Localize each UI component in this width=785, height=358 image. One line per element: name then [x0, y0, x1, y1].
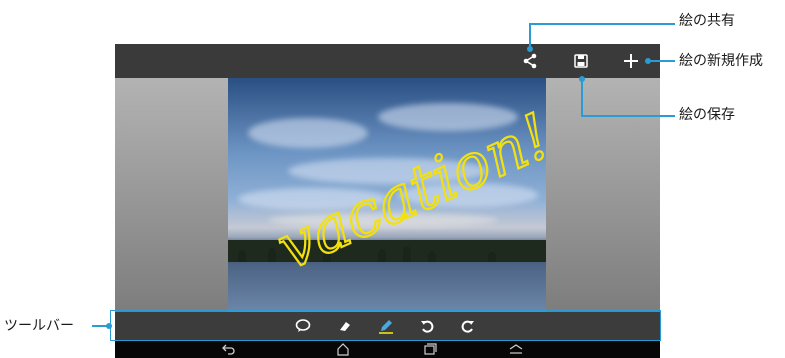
callout-line-new	[648, 60, 675, 62]
app-bar	[115, 44, 660, 78]
callout-line-share-h	[529, 23, 675, 25]
home-icon[interactable]	[335, 341, 351, 357]
drawing-canvas[interactable]: vacation!	[115, 78, 660, 312]
callout-share-label: 絵の共有	[679, 13, 735, 29]
photo: vacation!	[228, 78, 546, 312]
save-icon[interactable]	[570, 52, 592, 70]
recent-apps-icon[interactable]	[422, 341, 438, 357]
callout-line-share	[529, 23, 531, 48]
svg-text:vacation!: vacation!	[266, 99, 546, 284]
callout-line-save-h	[581, 115, 675, 117]
plus-icon[interactable]	[620, 52, 642, 70]
back-icon[interactable]	[221, 342, 237, 356]
callout-dot-toolbar	[106, 323, 112, 329]
handwriting-vacation: vacation!	[265, 98, 546, 285]
callout-new-drawing-label: 絵の新規作成	[679, 53, 763, 69]
menu-icon[interactable]	[507, 342, 525, 356]
callout-line-save	[581, 79, 583, 117]
share-icon[interactable]	[519, 52, 541, 70]
system-nav-bar	[115, 340, 660, 358]
toolbar-outline	[110, 310, 661, 341]
callout-toolbar-label: ツールバー	[4, 318, 74, 334]
callout-save-label: 絵の保存	[679, 107, 735, 123]
